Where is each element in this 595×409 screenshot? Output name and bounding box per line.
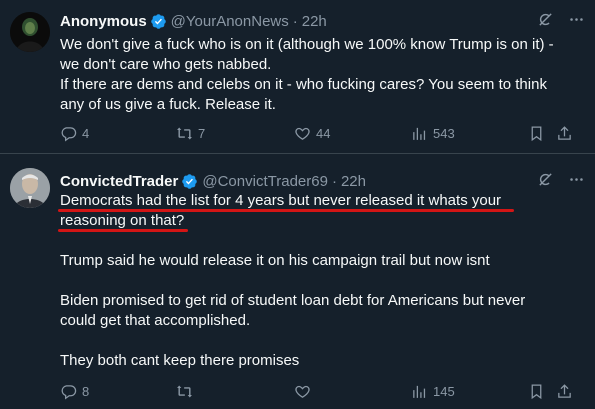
action-bar: 4 7 44 543 xyxy=(60,125,585,145)
tweet-convictedtrader[interactable]: ConvictedTrader @ConvictTrader69 · 22h D… xyxy=(0,154,595,409)
views-button[interactable]: 145 xyxy=(411,383,455,400)
share-button[interactable] xyxy=(556,383,573,400)
repost-icon xyxy=(177,127,192,140)
tweet-line: Trump said he would release it on his ca… xyxy=(60,252,490,269)
display-name[interactable]: ConvictedTrader xyxy=(60,173,178,190)
reply-button[interactable]: 4 xyxy=(60,125,89,142)
bookmark-button[interactable] xyxy=(528,125,545,142)
share-icon xyxy=(558,126,571,140)
share-icon xyxy=(558,384,571,398)
timestamp[interactable]: 22h xyxy=(341,173,366,190)
header-icons xyxy=(537,11,585,28)
user-handle[interactable]: @YourAnonNews xyxy=(171,13,289,30)
header-icons xyxy=(537,171,585,188)
tweet-anonymous[interactable]: Anonymous @YourAnonNews · 22h We don't g… xyxy=(0,0,595,154)
user-handle[interactable]: @ConvictTrader69 xyxy=(202,173,328,190)
tweet-line: Biden promised to get rid of student loa… xyxy=(60,292,526,309)
bookmark-button[interactable] xyxy=(528,383,545,400)
reply-button[interactable]: 8 xyxy=(60,383,89,400)
tweet-line: They both cant keep there promises xyxy=(60,352,300,369)
views-icon xyxy=(413,385,426,398)
grok-icon[interactable] xyxy=(537,11,554,28)
views-button[interactable]: 543 xyxy=(411,125,455,142)
tweet-header: ConvictedTrader @ConvictTrader69 · 22h xyxy=(60,171,585,191)
view-count: 145 xyxy=(433,384,455,399)
reply-icon xyxy=(61,127,77,142)
bookmark-icon xyxy=(531,384,542,400)
red-underline xyxy=(58,209,514,212)
verified-icon xyxy=(182,173,198,189)
reply-icon xyxy=(61,385,77,400)
views-icon xyxy=(413,127,426,140)
bookmark-icon xyxy=(531,126,542,142)
tweet-header: Anonymous @YourAnonNews · 22h xyxy=(60,11,585,31)
share-button[interactable] xyxy=(556,125,573,142)
like-button[interactable]: 44 xyxy=(294,125,330,142)
view-count: 543 xyxy=(433,126,455,141)
avatar-anonymous[interactable] xyxy=(10,12,50,52)
reply-count: 8 xyxy=(82,384,90,399)
underlined-passage: Democrats had the list for 4 years but n… xyxy=(58,191,581,232)
tweet-line: reasoning on that? xyxy=(60,212,185,229)
tweet-line: Democrats had the list for 4 years but n… xyxy=(60,192,502,209)
like-icon xyxy=(295,385,310,398)
repost-count: 7 xyxy=(198,126,206,141)
repost-button[interactable] xyxy=(176,383,198,400)
action-bar: 8 145 xyxy=(60,383,585,403)
more-icon[interactable] xyxy=(568,171,585,188)
tweet-text: We don't give a fuck who is on it (altho… xyxy=(60,35,581,115)
like-button[interactable] xyxy=(294,383,316,400)
repost-button[interactable]: 7 xyxy=(176,125,205,142)
tweet-line: could get that accomplished. xyxy=(60,312,251,329)
convictedtrader-avatar-image xyxy=(10,168,50,208)
more-icon[interactable] xyxy=(568,11,585,28)
anonymous-avatar-image xyxy=(10,12,50,52)
tweet-line: we don't care who gets nabbed. xyxy=(60,56,272,73)
tweet-text: Democrats had the list for 4 years but n… xyxy=(58,191,581,371)
tweet-line: We don't give a fuck who is on it (altho… xyxy=(60,36,554,53)
reply-count: 4 xyxy=(82,126,90,141)
verified-icon xyxy=(150,13,166,29)
avatar-convictedtrader[interactable] xyxy=(10,168,50,208)
timestamp[interactable]: 22h xyxy=(302,13,327,30)
like-icon xyxy=(295,127,310,140)
repost-icon xyxy=(177,385,192,398)
red-underline xyxy=(58,229,188,232)
separator-dot: · xyxy=(331,172,337,190)
separator-dot: · xyxy=(292,12,298,30)
display-name[interactable]: Anonymous xyxy=(60,13,147,30)
tweet-line: any of us give a fuck. Release it. xyxy=(60,96,276,113)
tweet-line: If there are dems and celebs on it - who… xyxy=(60,76,547,93)
grok-icon[interactable] xyxy=(537,171,554,188)
like-count: 44 xyxy=(316,126,331,141)
